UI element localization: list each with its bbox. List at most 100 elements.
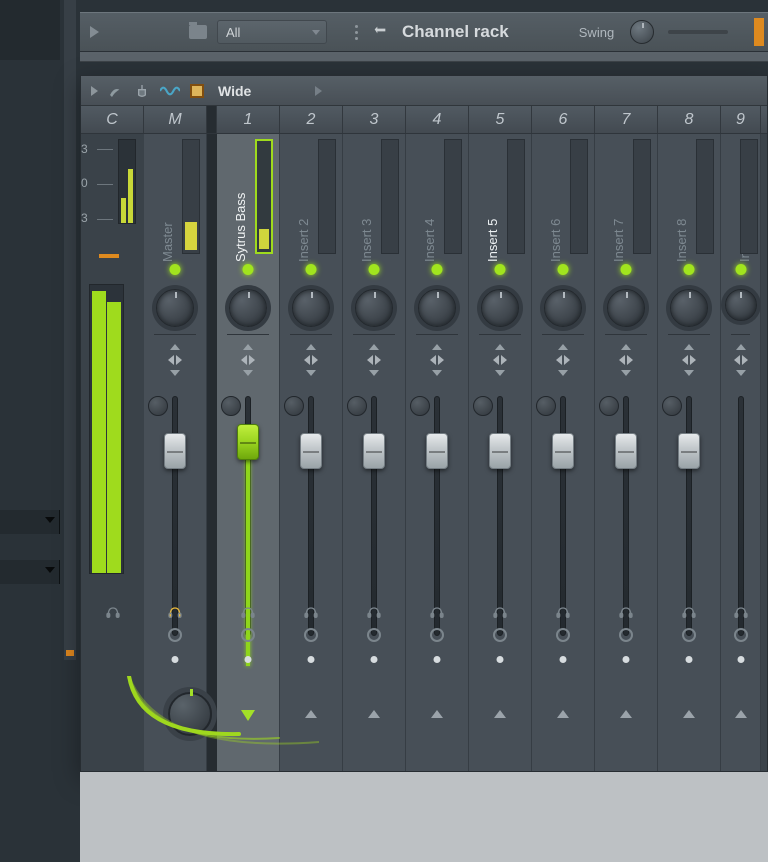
header-track-9[interactable]: 9 <box>721 106 761 133</box>
mute-toggle[interactable] <box>621 264 632 275</box>
pan-knob[interactable] <box>670 289 708 327</box>
fx-slot-knob[interactable] <box>148 396 168 416</box>
link-icon[interactable] <box>241 628 255 642</box>
mixer-strip-7[interactable]: Insert 7 <box>595 134 658 771</box>
stereo-sep-control[interactable] <box>165 344 185 376</box>
fx-slot-knob[interactable] <box>347 396 367 416</box>
pan-knob[interactable] <box>418 289 456 327</box>
fx-slot-knob[interactable] <box>662 396 682 416</box>
mixer-strip-9[interactable]: Insert 9 <box>721 134 761 771</box>
waveform-icon[interactable] <box>160 84 180 98</box>
link-icon[interactable] <box>168 628 182 642</box>
headphones-icon[interactable] <box>105 602 121 622</box>
fader-cap[interactable] <box>363 433 385 469</box>
mixer-strip-6[interactable]: Insert 6 <box>532 134 595 771</box>
fader-track[interactable] <box>560 396 566 636</box>
headphones-icon[interactable] <box>681 602 697 622</box>
link-icon[interactable] <box>682 628 696 642</box>
route-arrow[interactable] <box>734 710 748 720</box>
mixer-strip-master[interactable]: Master <box>144 134 207 771</box>
stereo-sep-control[interactable] <box>364 344 384 376</box>
stereo-sep-control[interactable] <box>679 344 699 376</box>
menu-dots-icon[interactable] <box>355 25 358 40</box>
route-arrow[interactable] <box>430 710 444 720</box>
fader-cap[interactable] <box>426 433 448 469</box>
fader-track[interactable] <box>172 396 178 636</box>
pan-knob[interactable] <box>725 289 757 321</box>
pan-knob[interactable] <box>156 289 194 327</box>
link-icon[interactable] <box>619 628 633 642</box>
headphones-icon[interactable] <box>555 602 571 622</box>
header-track-4[interactable]: 4 <box>406 106 469 133</box>
fx-slot-knob[interactable] <box>473 396 493 416</box>
browser-filter-dropdown[interactable]: All <box>217 20 327 44</box>
fader-cap[interactable] <box>237 424 259 460</box>
mute-toggle[interactable] <box>432 264 443 275</box>
link-icon[interactable] <box>430 628 444 642</box>
pan-knob[interactable] <box>229 289 267 327</box>
headphones-icon[interactable] <box>167 602 183 622</box>
fader-track[interactable] <box>371 396 377 636</box>
fader-track[interactable] <box>434 396 440 636</box>
route-arrow[interactable] <box>556 710 570 720</box>
mute-toggle[interactable] <box>369 264 380 275</box>
stereo-sep-control[interactable] <box>731 344 751 376</box>
fader-cap[interactable] <box>489 433 511 469</box>
mixer-menu-icon[interactable] <box>91 86 98 96</box>
pan-knob[interactable] <box>292 289 330 327</box>
view-next-icon[interactable] <box>315 86 322 96</box>
mute-toggle[interactable] <box>735 264 746 275</box>
route-knob[interactable] <box>168 692 212 736</box>
stereo-sep-control[interactable] <box>553 344 573 376</box>
mixer-strip-8[interactable]: Insert 8 <box>658 134 721 771</box>
target-dot[interactable] <box>560 656 567 663</box>
swing-slider[interactable] <box>668 30 728 34</box>
mixer-strip-2[interactable]: Insert 2 <box>280 134 343 771</box>
render-icon[interactable] <box>190 84 204 98</box>
headphones-icon[interactable] <box>366 602 382 622</box>
target-dot[interactable] <box>497 656 504 663</box>
mute-toggle[interactable] <box>558 264 569 275</box>
header-track-7[interactable]: 7 <box>595 106 658 133</box>
swing-knob[interactable] <box>630 20 654 44</box>
stereo-sep-control[interactable] <box>490 344 510 376</box>
link-icon[interactable] <box>734 628 748 642</box>
header-track-5[interactable]: 5 <box>469 106 532 133</box>
mute-toggle[interactable] <box>170 264 181 275</box>
header-track-2[interactable]: 2 <box>280 106 343 133</box>
fader-track[interactable] <box>308 396 314 636</box>
mixer-strip-5[interactable]: Insert 5 <box>469 134 532 771</box>
target-dot[interactable] <box>172 656 179 663</box>
header-master[interactable]: M <box>144 106 207 133</box>
stereo-sep-control[interactable] <box>238 344 258 376</box>
target-dot[interactable] <box>737 656 744 663</box>
pan-knob[interactable] <box>607 289 645 327</box>
mixer-strip-1[interactable]: Sytrus Bass <box>217 134 280 771</box>
mixer-strip-3[interactable]: Insert 3 <box>343 134 406 771</box>
pan-knob[interactable] <box>544 289 582 327</box>
target-dot[interactable] <box>371 656 378 663</box>
mute-toggle[interactable] <box>684 264 695 275</box>
collapse-panel-1[interactable] <box>0 510 60 534</box>
headphones-icon[interactable] <box>733 602 749 622</box>
fader-track[interactable] <box>497 396 503 636</box>
fader-cap[interactable] <box>615 433 637 469</box>
stereo-sep-control[interactable] <box>616 344 636 376</box>
stereo-sep-control[interactable] <box>427 344 447 376</box>
headphones-icon[interactable] <box>429 602 445 622</box>
fader-cap[interactable] <box>552 433 574 469</box>
channel-rack-label[interactable]: Channel rack <box>402 22 509 42</box>
fx-slot-knob[interactable] <box>221 396 241 416</box>
headphones-icon[interactable] <box>618 602 634 622</box>
mute-toggle[interactable] <box>243 264 254 275</box>
mute-toggle[interactable] <box>495 264 506 275</box>
fader-cap[interactable] <box>164 433 186 469</box>
header-track-8[interactable]: 8 <box>658 106 721 133</box>
link-icon[interactable] <box>493 628 507 642</box>
target-dot[interactable] <box>434 656 441 663</box>
fader-track[interactable] <box>738 396 744 636</box>
route-arrow[interactable] <box>493 710 507 720</box>
header-track-3[interactable]: 3 <box>343 106 406 133</box>
fader-track[interactable] <box>686 396 692 636</box>
pan-knob[interactable] <box>355 289 393 327</box>
